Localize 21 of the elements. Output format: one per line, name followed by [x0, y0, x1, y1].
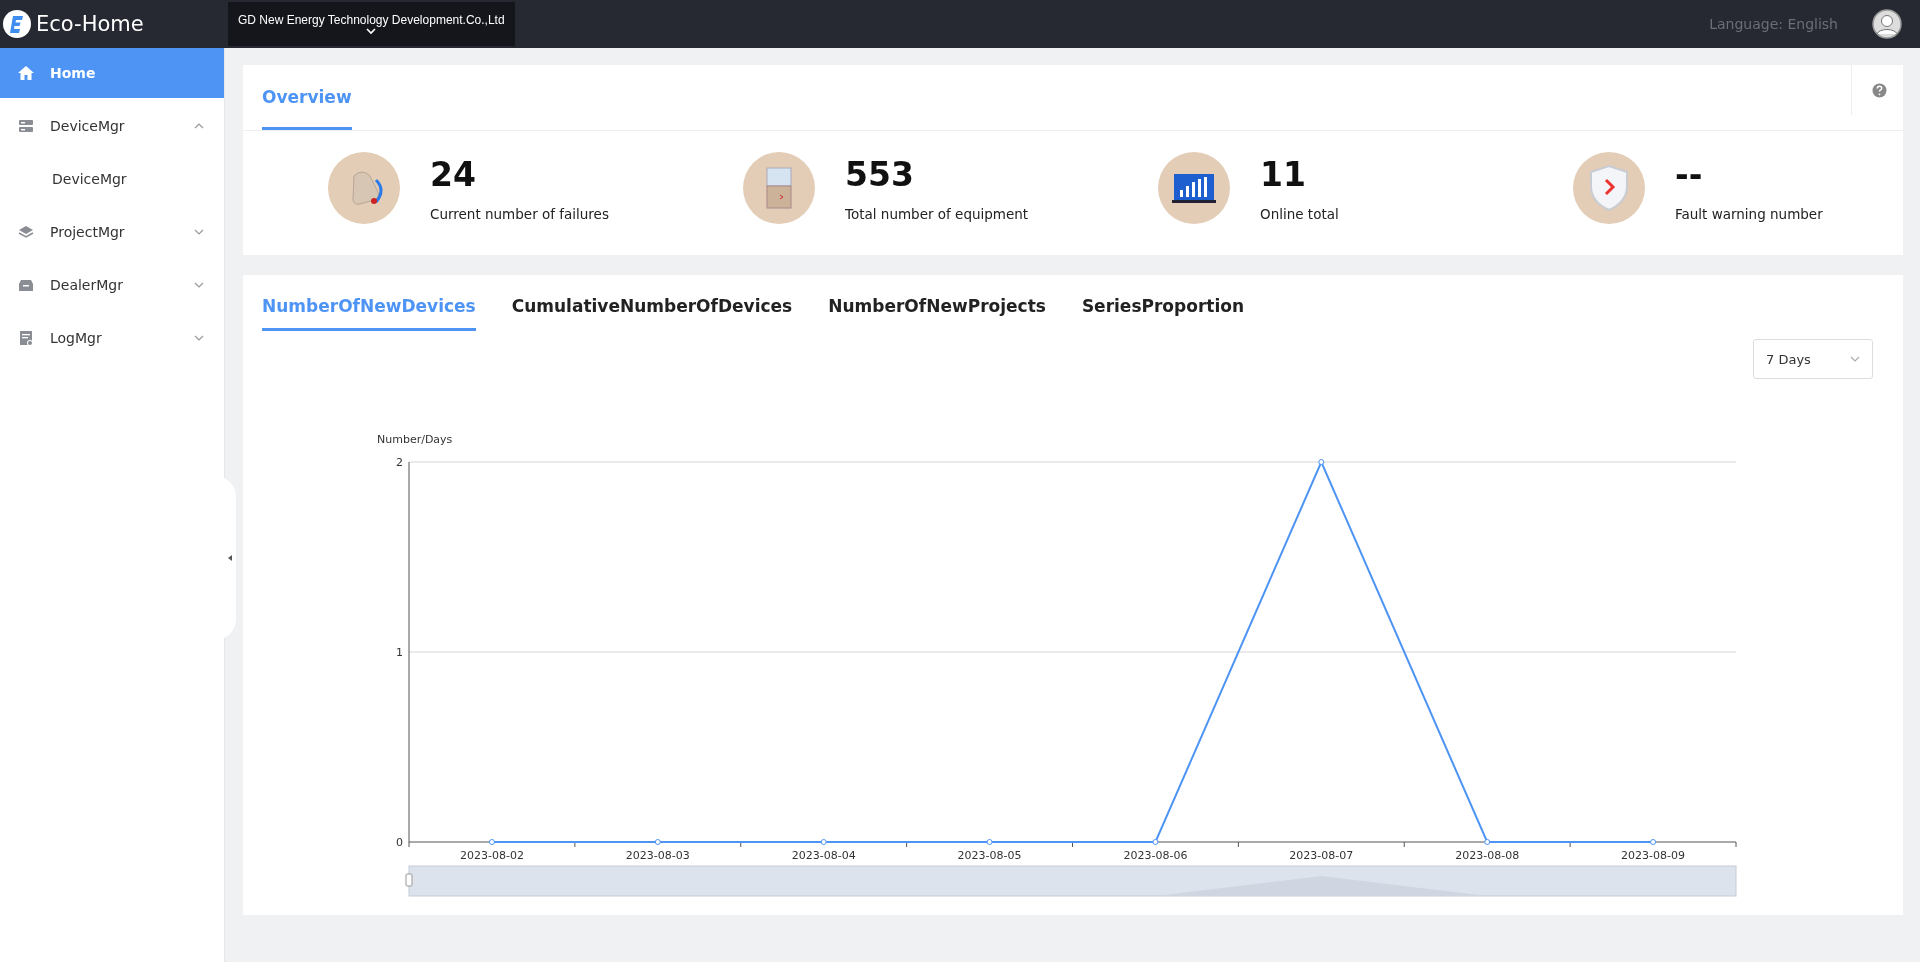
x-tick-label: 2023-08-06	[1123, 849, 1188, 862]
stat-value: --	[1675, 154, 1704, 194]
x-tick-label: 2023-08-03	[625, 849, 690, 862]
stat-label: Total number of equipment	[845, 205, 1029, 222]
x-tick-label: 2023-08-07	[1289, 849, 1354, 862]
stat-value: 553	[845, 154, 915, 194]
y-tick-label: 0	[396, 836, 403, 849]
app-logo-text: Eco-Home	[36, 12, 144, 36]
x-tick-label: 2023-08-08	[1455, 849, 1520, 862]
y-axis-title: Number/Days	[377, 433, 453, 446]
x-tick-label: 2023-08-09	[1621, 849, 1686, 862]
y-tick-label: 1	[396, 646, 403, 659]
x-tick-label: 2023-08-02	[459, 849, 524, 862]
stat-label: Online total	[1260, 205, 1339, 222]
stat-label: Fault warning number	[1675, 205, 1823, 222]
y-tick-label: 2	[396, 456, 403, 469]
stat-value: 24	[430, 154, 477, 194]
stat-label: Current number of failures	[430, 205, 609, 222]
x-tick-label: 2023-08-05	[957, 849, 1022, 862]
x-tick-label: 2023-08-04	[791, 849, 856, 862]
stat-value: 11	[1260, 154, 1307, 194]
